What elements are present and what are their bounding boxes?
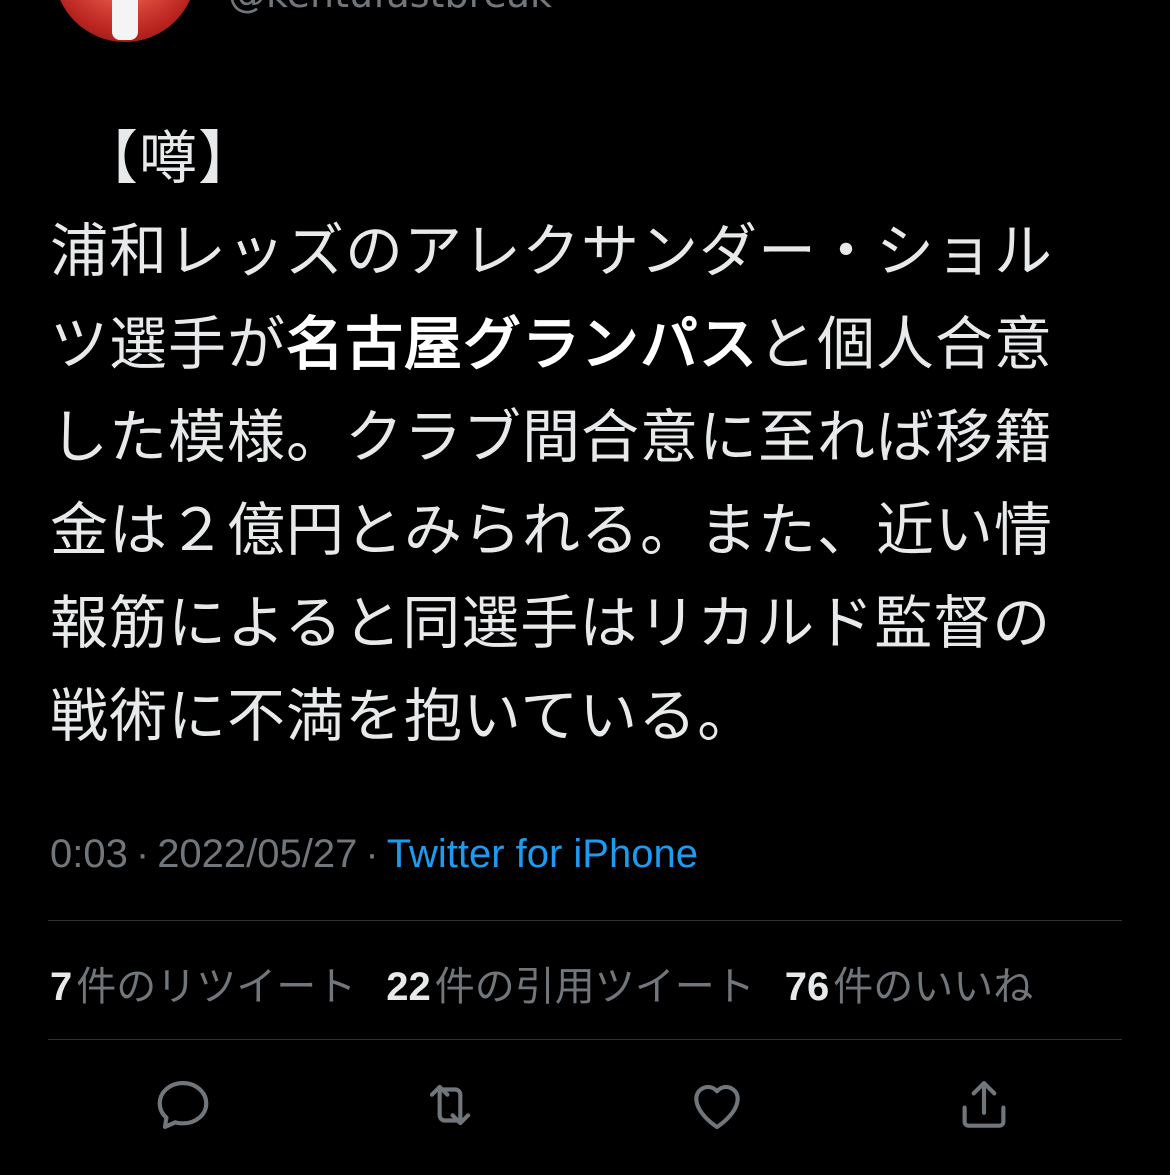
retweet-icon [429,1084,471,1126]
likes-label: 件のいいね [833,964,1034,1010]
tweet-line: ツ選手が名古屋グランパスと個人合意 [50,298,1120,391]
retweet-button[interactable] [415,1070,485,1140]
reply-icon [157,1080,209,1130]
tweet-line-text: 報筋によると同選手はリカルド監督の [50,589,1052,657]
meta-separator: · [135,832,150,876]
retweets-count: 7 [50,965,73,1009]
divider [48,920,1122,921]
tweet-line-text: ツ選手が [50,310,287,378]
tweet-line: 戦術に不満を抱いている。 [50,670,1120,763]
retweets-stat[interactable]: 7 件のリツイート [50,954,356,1012]
author-handle[interactable]: @kentufastbreak [228,0,552,16]
avatar[interactable] [54,0,196,42]
tweet-line-text: した模様。クラブ間合意に至れば移籍 [50,403,1054,471]
share-button[interactable] [949,1070,1019,1140]
share-icon [962,1080,1006,1128]
tweet-line: した模様。クラブ間合意に至れば移籍 [50,391,1120,484]
tweet-date: 2022/05/27 [157,832,358,876]
quotes-count: 22 [386,965,431,1009]
tweet-source-link[interactable]: Twitter for iPhone [387,832,698,876]
tweet-line: 【噂】 [50,112,1120,205]
tweet-line-text: 浦和レッズのアレクサンダー・ショル [50,217,1054,285]
tweet-line: 金は２億円とみられる。また、近い情 [50,484,1120,577]
heart-icon [694,1084,740,1130]
meta-separator: · [365,832,379,876]
tweet-time: 0:03 [50,832,128,876]
tweet-text: 【噂】 浦和レッズのアレクサンダー・ショル ツ選手が名古屋グランパスと個人合意 … [50,112,1120,763]
quotes-stat[interactable]: 22 件の引用ツイート [386,954,755,1012]
likes-stat[interactable]: 76 件のいいね [785,954,1034,1012]
tweet-meta: 0:03 · 2022/05/27 · Twitter for iPhone [50,832,698,877]
like-button[interactable] [682,1070,752,1140]
tweet-bold-text: 名古屋グランパス [286,310,759,378]
retweets-label: 件のリツイート [76,964,357,1010]
tweet-line-text: 【噂】 [80,124,258,192]
tweet-line: 浦和レッズのアレクサンダー・ショル [50,205,1120,298]
likes-count: 76 [784,965,830,1009]
tweet-line: 報筋によると同選手はリカルド監督の [50,577,1120,670]
quotes-label: 件の引用ツイート [434,964,755,1010]
tweet-line-text: と個人合意 [758,310,1054,378]
divider [48,1039,1122,1040]
tweet-stats: 7 件のリツイート 22 件の引用ツイート 76 件のいいね [50,954,1033,1012]
tweet-line-text: 戦術に不満を抱いている。 [50,682,757,750]
tweet-line-text: 金は２億円とみられる。また、近い情 [50,496,1054,564]
avatar-figure [112,0,138,40]
action-bar [0,1070,1170,1140]
reply-button[interactable] [148,1070,218,1140]
